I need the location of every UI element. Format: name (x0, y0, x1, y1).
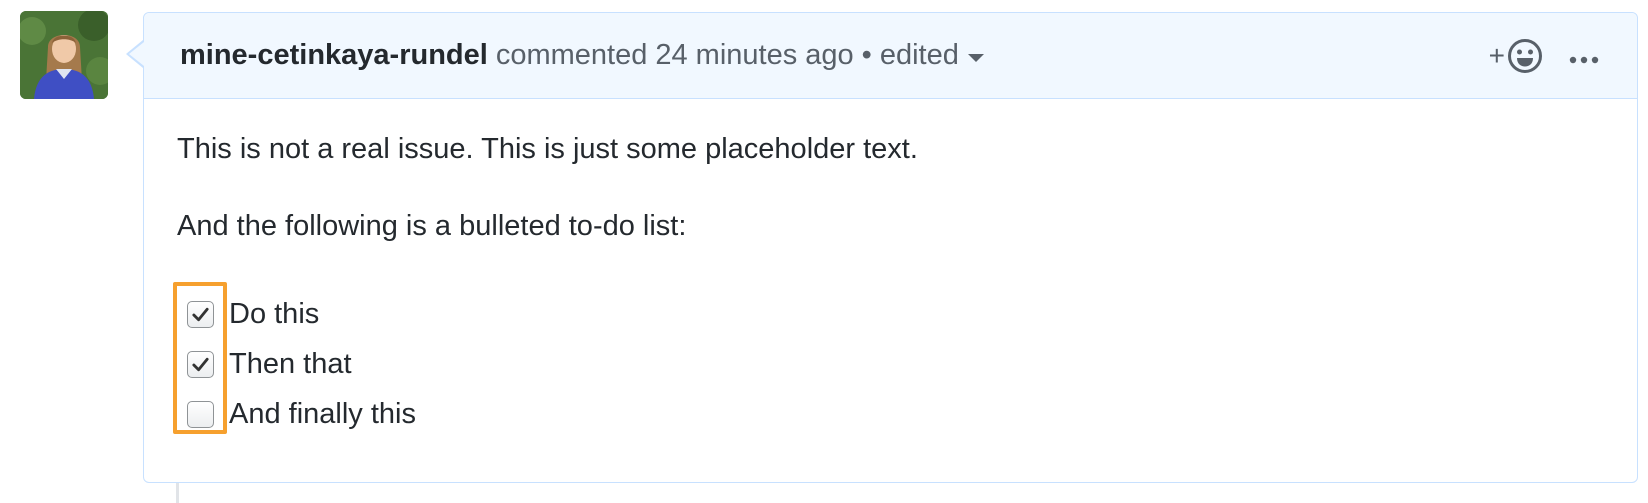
timeline-line (176, 483, 179, 503)
more-options-button[interactable] (1569, 40, 1599, 73)
comment-container: mine-cetinkaya-rundel commented 24 minut… (143, 12, 1638, 483)
task-checkbox[interactable] (187, 350, 214, 378)
task-label: Then that (229, 347, 352, 380)
plus-label: + (1488, 40, 1505, 71)
add-reaction-button[interactable]: + (1489, 38, 1543, 74)
author-link[interactable]: mine-cetinkaya-rundel (180, 39, 488, 72)
edited-dropdown[interactable]: edited (880, 39, 984, 72)
smiley-icon (1508, 39, 1542, 73)
issue-comment-view: mine-cetinkaya-rundel commented 24 minut… (0, 0, 1648, 503)
body-paragraph: And the following is a bulleted to-do li… (177, 210, 687, 242)
edited-label: edited (879, 39, 959, 71)
task-list: Do this Then that And finally this (177, 289, 416, 439)
task-label: And finally this (229, 397, 416, 430)
task-label: Do this (229, 297, 320, 330)
comment-pointer-fill (129, 42, 144, 66)
comment-actions: + (1489, 13, 1599, 99)
check-icon (192, 357, 209, 371)
task-list-item: Then that (177, 339, 416, 389)
separator: • (861, 39, 872, 71)
comment-timestamp[interactable]: 24 minutes ago (655, 39, 853, 72)
comment-header: mine-cetinkaya-rundel commented 24 minut… (144, 13, 1637, 99)
triangle-down-icon (967, 53, 984, 62)
task-list-item: Do this (177, 289, 416, 339)
task-checkbox[interactable] (187, 300, 214, 328)
avatar-image (20, 11, 108, 99)
avatar[interactable] (20, 11, 108, 99)
task-checkbox[interactable] (187, 400, 214, 428)
task-list-item: And finally this (177, 389, 416, 439)
comment-action: commented (495, 39, 648, 71)
check-icon (192, 307, 209, 321)
kebab-horizontal-icon (1569, 56, 1599, 63)
body-paragraph: This is not a real issue. This is just s… (177, 133, 918, 165)
